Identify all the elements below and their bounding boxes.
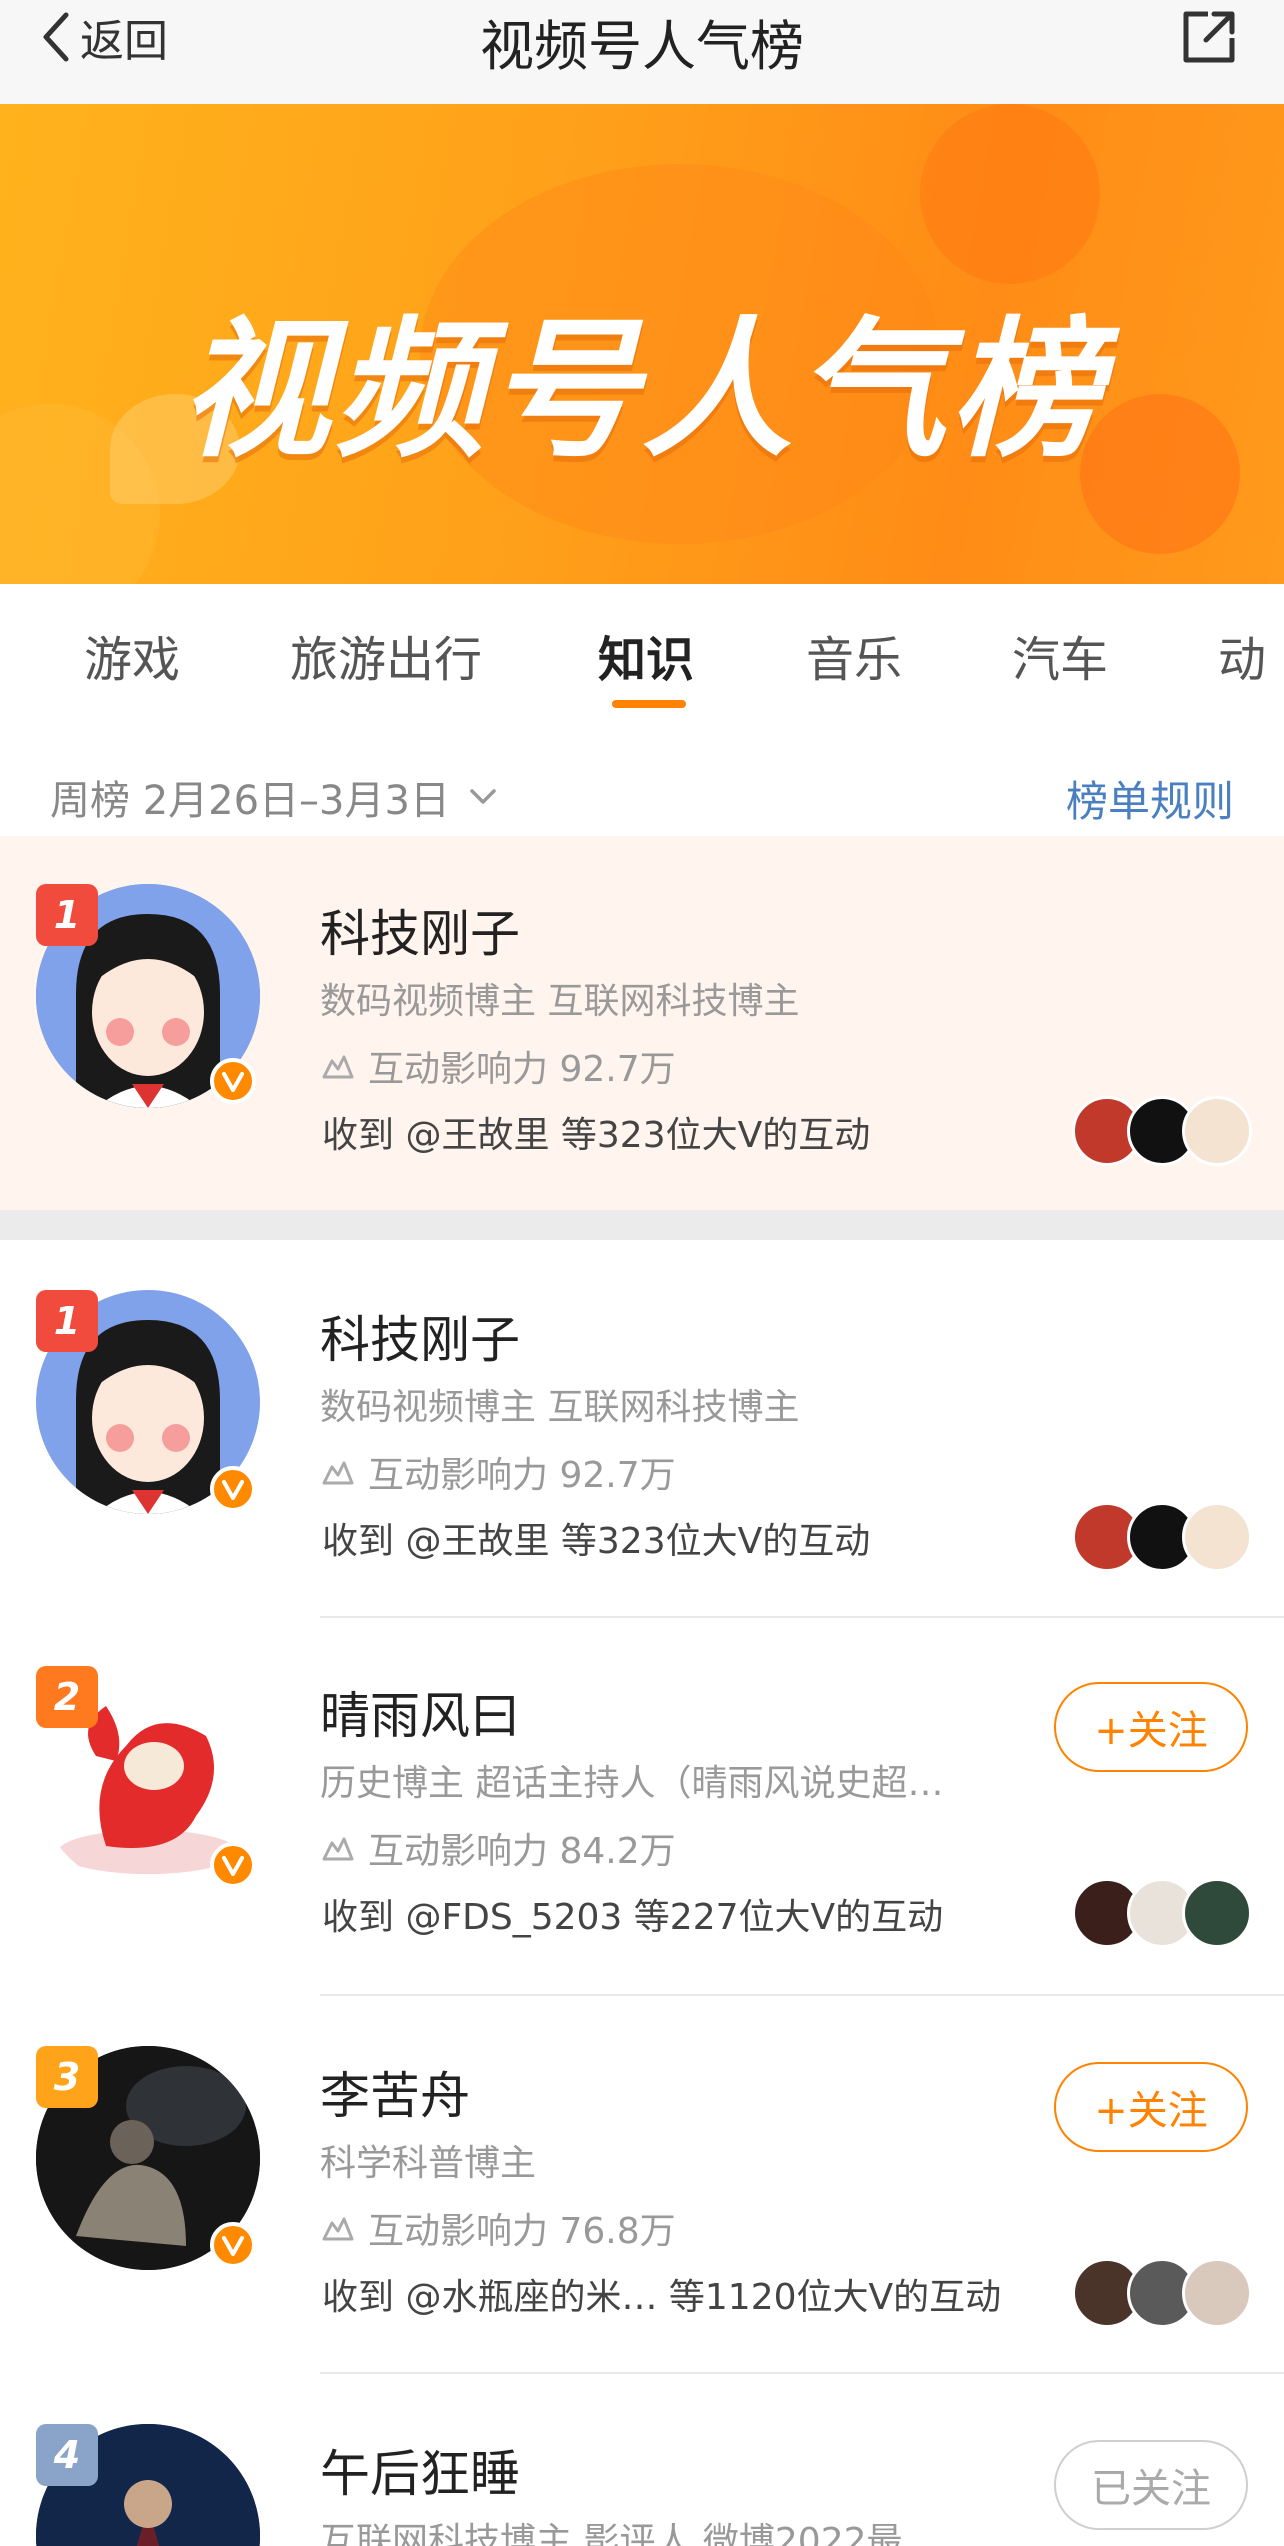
active-tab-indicator <box>612 700 686 708</box>
entry-interactions: 收到 @王故里 等323位大V的互动 <box>322 1115 871 1156</box>
entry-description: 历史博主 超话主持人（晴雨风说史超… <box>320 1763 944 1804</box>
entry-interactions: 收到 @水瓶座的米… 等1120位大V的互动 <box>322 2277 1002 2318</box>
follow-button[interactable]: +关注 <box>1054 1682 1248 1772</box>
influence-text: 互动影响力 76.8万 <box>368 2211 676 2252</box>
share-button[interactable] <box>1178 6 1240 68</box>
week-selector[interactable]: 周榜 2月26日–3月3日 <box>50 768 498 826</box>
rank-badge: 2 <box>36 1666 98 1728</box>
entry-influence: 互动影响力 92.7万 <box>320 1446 676 1498</box>
rank-badge: 3 <box>36 2046 98 2108</box>
verified-v-icon <box>210 2222 256 2268</box>
entry-influence: 互动影响力 92.7万 <box>320 1040 676 1092</box>
influence-text: 互动影响力 92.7万 <box>368 1049 676 1090</box>
follow-button[interactable]: +关注 <box>1054 2062 1248 2152</box>
entry-name: 晴雨风曰 <box>320 1687 520 1745</box>
entry-description: 数码视频博主 互联网科技博主 <box>320 981 800 1022</box>
influence-icon <box>322 1837 354 1861</box>
verified-v-icon <box>210 1058 256 1104</box>
tab-travel[interactable]: 旅游出行 <box>290 620 482 690</box>
rank-entry[interactable]: 2 晴雨风曰 历史博主 超话主持人（晴雨风说史超… 互动影响力 84.2万 收到… <box>0 1618 1284 1996</box>
rank-entry[interactable]: 3 李苦舟 科学科普博主 互动影响力 76.8万 收到 @水瓶座的米… 等112… <box>0 1996 1284 2374</box>
tab-knowledge[interactable]: 知识 <box>598 620 694 690</box>
entry-influence: 互动影响力 84.2万 <box>320 1822 676 1874</box>
influence-text: 互动影响力 92.7万 <box>368 1455 676 1496</box>
influence-icon <box>322 1461 354 1485</box>
rank-entry[interactable]: 4 午后狂睡 互联网科技博主 影评人 微博2022最 已关注 <box>0 2374 1284 2546</box>
rules-link[interactable]: 榜单规则 <box>1066 768 1234 829</box>
top-nav-bar: 返回 视频号人气榜 <box>0 0 1284 104</box>
my-rank-entry[interactable]: 1 科技刚子 数码视频博主 互联网科技博主 互动影响力 92.7万 收到 @王故… <box>0 836 1284 1210</box>
influence-icon <box>322 2217 354 2241</box>
avatar <box>1182 2258 1252 2328</box>
section-divider <box>0 1210 1284 1240</box>
interacting-avatars <box>1072 1096 1252 1166</box>
verified-v-icon <box>210 1466 256 1512</box>
rank-badge: 4 <box>36 2424 98 2486</box>
entry-interactions: 收到 @王故里 等323位大V的互动 <box>322 1521 871 1562</box>
chevron-down-icon <box>470 789 496 804</box>
entry-interactions: 收到 @FDS_5203 等227位大V的互动 <box>322 1897 944 1938</box>
external-share-icon <box>1183 11 1235 63</box>
tab-anime[interactable]: 动 <box>1218 620 1266 690</box>
rank-badge: 1 <box>36 1290 98 1352</box>
entry-influence: 互动影响力 76.8万 <box>320 2202 676 2254</box>
entry-name: 午后狂睡 <box>320 2445 520 2503</box>
avatar <box>1182 1096 1252 1166</box>
entry-description: 科学科普博主 <box>320 2143 537 2184</box>
week-label: 周榜 2月26日–3月3日 <box>50 778 450 824</box>
banner: 视频号人气榜 <box>0 104 1284 584</box>
entry-description: 数码视频博主 互联网科技博主 <box>320 1387 800 1428</box>
influence-icon <box>322 1055 354 1079</box>
entry-name: 科技刚子 <box>320 1311 520 1369</box>
banner-decoration <box>920 104 1100 284</box>
interacting-avatars <box>1072 2258 1252 2328</box>
followed-button[interactable]: 已关注 <box>1054 2440 1248 2530</box>
rank-entry[interactable]: 1 科技刚子 数码视频博主 互联网科技博主 互动影响力 92.7万 收到 @王故… <box>0 1240 1284 1618</box>
influence-text: 互动影响力 84.2万 <box>368 1831 676 1872</box>
category-tabs: 游戏 旅游出行 知识 音乐 汽车 动 <box>0 584 1284 734</box>
entry-description: 互联网科技博主 影评人 微博2022最 <box>320 2521 903 2546</box>
avatar <box>1182 1878 1252 1948</box>
interacting-avatars <box>1072 1502 1252 1572</box>
entry-name: 科技刚子 <box>320 905 520 963</box>
rank-badge: 1 <box>36 884 98 946</box>
tab-games[interactable]: 游戏 <box>84 620 180 690</box>
interacting-avatars <box>1072 1878 1252 1948</box>
tab-music[interactable]: 音乐 <box>806 620 902 690</box>
verified-v-icon <box>210 1842 256 1888</box>
banner-title: 视频号人气榜 <box>179 304 1104 478</box>
week-bar: 周榜 2月26日–3月3日 榜单规则 <box>0 760 1284 830</box>
avatar <box>1182 1502 1252 1572</box>
tab-cars[interactable]: 汽车 <box>1012 620 1108 690</box>
entry-name: 李苦舟 <box>320 2067 470 2125</box>
page-title: 视频号人气榜 <box>480 15 804 78</box>
